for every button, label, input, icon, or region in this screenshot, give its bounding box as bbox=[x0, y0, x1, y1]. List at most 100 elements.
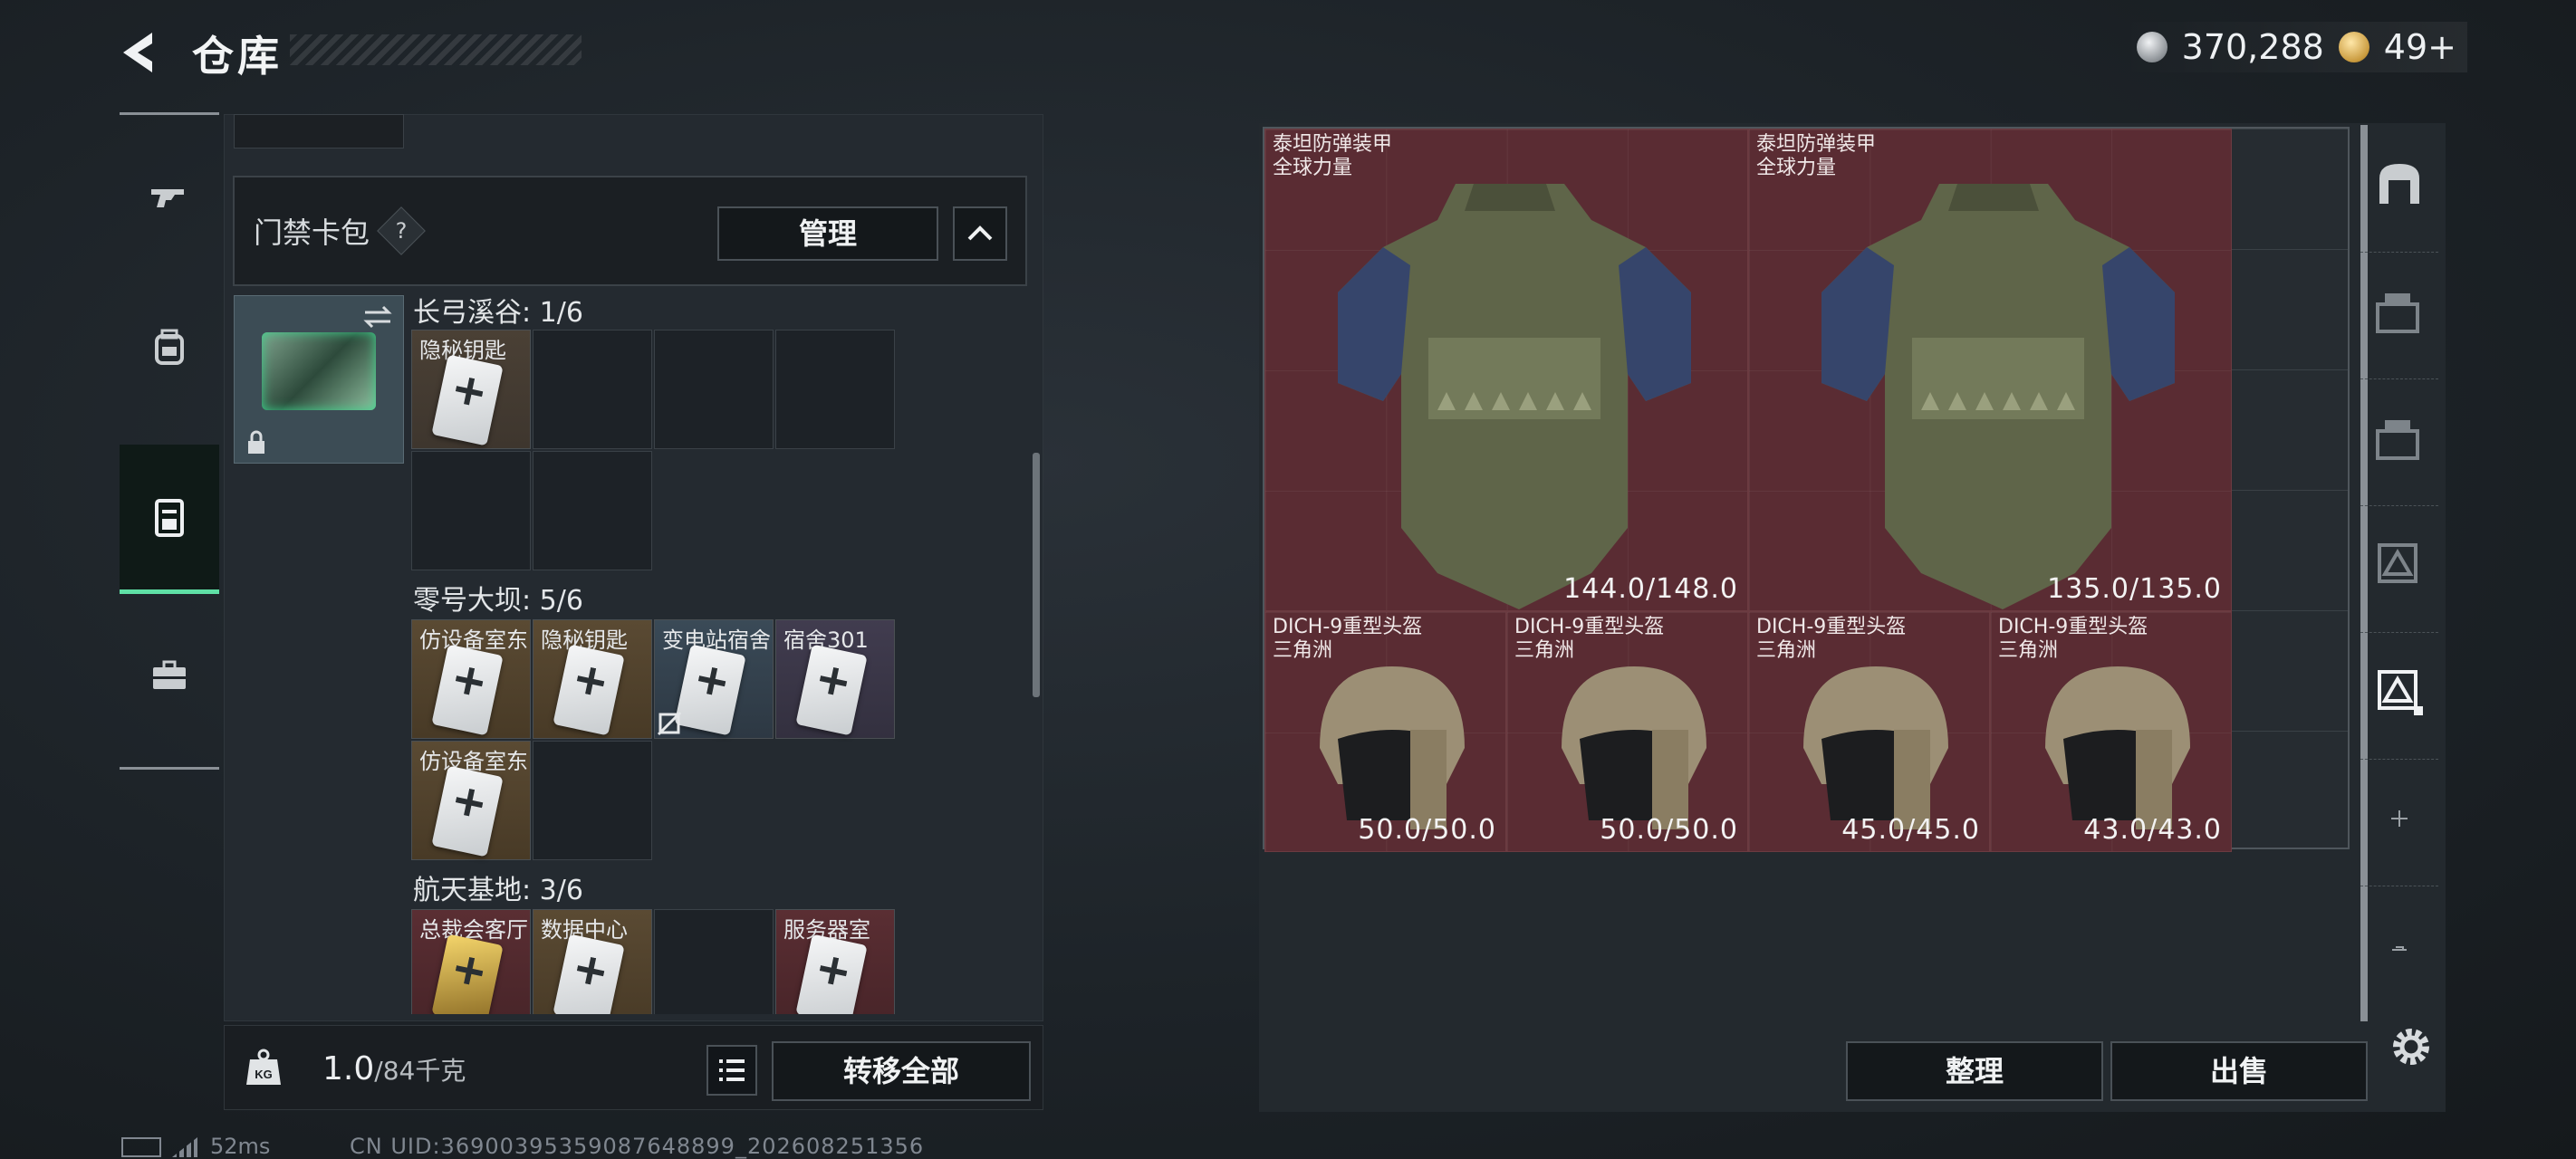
keycard-slot[interactable]: 总裁会客厅 bbox=[411, 909, 531, 1014]
helmet-item[interactable]: DICH-9重型头盔 三角洲 50.0/50.0 bbox=[1264, 611, 1506, 852]
network-status: 52ms bbox=[121, 1134, 270, 1159]
backpack-icon bbox=[155, 329, 184, 365]
keycard-holder-image bbox=[262, 332, 376, 410]
small-tray-icon bbox=[2392, 946, 2407, 951]
lock-icon bbox=[248, 430, 264, 454]
tab-more[interactable] bbox=[2360, 886, 2438, 1004]
keycard-slot[interactable]: 宿舍301 bbox=[775, 619, 895, 739]
tab-add[interactable] bbox=[2360, 759, 2438, 877]
zone-title: 航天基地: 3/6 bbox=[413, 875, 583, 906]
empty-slot[interactable] bbox=[533, 741, 652, 860]
signal-icon bbox=[172, 1137, 197, 1157]
armor-item[interactable]: 泰坦防弹装甲 全球力量 135.0/135.0 bbox=[1748, 129, 2232, 611]
helmet-icon bbox=[1320, 666, 1465, 829]
panel-top-slot bbox=[234, 114, 404, 148]
warning-storage-icon bbox=[2378, 543, 2417, 583]
keycard-icon bbox=[795, 934, 868, 1014]
empty-slot[interactable] bbox=[411, 451, 531, 570]
nav-toolbox[interactable] bbox=[120, 602, 219, 747]
zone-grid: 仿设备室东 隐秘钥匙 变电站宿舍 宿舍301 仿设备室东 bbox=[411, 619, 897, 862]
keycard-holder[interactable] bbox=[234, 295, 404, 464]
zone-title: 长弓溪谷: 1/6 bbox=[413, 297, 583, 329]
stash-tabs bbox=[2360, 125, 2438, 1021]
storage-icon bbox=[2376, 420, 2419, 460]
keycard-slot[interactable]: 变电站宿舍 bbox=[654, 619, 774, 739]
warning-storage-icon bbox=[2378, 670, 2423, 715]
plus-icon bbox=[2391, 810, 2408, 827]
sell-button[interactable]: 出售 bbox=[2110, 1041, 2368, 1101]
keycard-case-icon bbox=[155, 499, 184, 537]
list-icon bbox=[719, 1059, 745, 1081]
keycard-slot[interactable]: 服务器室 bbox=[775, 909, 895, 1014]
manage-button[interactable]: 管理 bbox=[717, 206, 938, 261]
user-uid: CN UID:36900395359087648899_202608251356 bbox=[350, 1134, 925, 1159]
zone-title: 零号大坝: 5/6 bbox=[413, 585, 583, 617]
zone-grid: 隐秘钥匙 bbox=[411, 330, 897, 572]
list-view-button[interactable] bbox=[706, 1045, 757, 1096]
keycard-slot[interactable]: 仿设备室东 bbox=[411, 619, 531, 739]
safe-box-icon bbox=[2379, 164, 2419, 204]
no-insure-icon bbox=[657, 711, 682, 736]
silver-coin-icon bbox=[2136, 32, 2167, 62]
tab-storage-4-active[interactable] bbox=[2360, 632, 2438, 751]
storage-icon bbox=[2376, 293, 2419, 333]
weight-icon: KG bbox=[246, 1049, 281, 1085]
transfer-all-button[interactable]: 转移全部 bbox=[772, 1041, 1031, 1101]
silver-balance: 370,288 bbox=[2181, 27, 2324, 67]
nav-keycard-case[interactable] bbox=[120, 445, 219, 594]
keycard-icon bbox=[431, 644, 504, 736]
keycard-icon bbox=[431, 765, 504, 857]
keycard-icon bbox=[674, 644, 746, 736]
nav-weapon[interactable] bbox=[120, 124, 219, 269]
weight-readout: 1.0/84千克 bbox=[322, 1050, 466, 1087]
empty-slot[interactable] bbox=[654, 330, 774, 449]
helmet-item[interactable]: DICH-9重型头盔 三角洲 50.0/50.0 bbox=[1506, 611, 1748, 852]
empty-slot[interactable] bbox=[775, 330, 895, 449]
keycard-icon bbox=[553, 934, 625, 1014]
battery-icon bbox=[121, 1137, 161, 1157]
gold-coin-icon bbox=[2338, 32, 2369, 62]
svg-text:KG: KG bbox=[255, 1068, 273, 1081]
swap-icon[interactable] bbox=[361, 303, 394, 330]
nav-backpack[interactable] bbox=[120, 274, 219, 419]
armor-item[interactable]: 泰坦防弹装甲 全球力量 144.0/148.0 bbox=[1264, 129, 1748, 611]
tab-storage-2[interactable] bbox=[2360, 378, 2438, 497]
helmet-icon bbox=[1562, 666, 1706, 829]
keycard-icon bbox=[553, 644, 625, 736]
tab-safe-box[interactable] bbox=[2360, 125, 2438, 243]
keycard-slot[interactable]: 仿设备室东 bbox=[411, 741, 531, 860]
helmet-item[interactable]: DICH-9重型头盔 三角洲 43.0/43.0 bbox=[1990, 611, 2232, 852]
body-armor-icon bbox=[1821, 184, 2175, 609]
toolbox-icon bbox=[153, 660, 186, 689]
helmet-icon bbox=[1803, 666, 1948, 829]
helmet-icon bbox=[2045, 666, 2190, 829]
gold-balance[interactable]: 49+ bbox=[2384, 27, 2456, 67]
settings-gear-icon[interactable] bbox=[2384, 1020, 2438, 1074]
title-decoration bbox=[290, 34, 582, 65]
page-title: 仓库 bbox=[192, 32, 283, 81]
weapon-icon bbox=[151, 189, 184, 207]
back-arrow-icon[interactable] bbox=[116, 25, 170, 80]
empty-slot[interactable] bbox=[533, 330, 652, 449]
chevron-up-icon bbox=[967, 225, 993, 241]
collapse-button[interactable] bbox=[953, 206, 1007, 261]
helmet-item[interactable]: DICH-9重型头盔 三角洲 45.0/45.0 bbox=[1748, 611, 1990, 852]
empty-slot[interactable] bbox=[654, 909, 774, 1014]
keycard-slot[interactable]: 数据中心 bbox=[533, 909, 652, 1014]
sort-button[interactable]: 整理 bbox=[1846, 1041, 2103, 1101]
keycard-icon bbox=[431, 934, 504, 1014]
keycard-icon bbox=[795, 644, 868, 736]
tab-storage-1[interactable] bbox=[2360, 252, 2438, 370]
currency-bar: 370,288 49+ bbox=[2118, 22, 2467, 72]
tab-storage-3[interactable] bbox=[2360, 505, 2438, 624]
keycard-slot[interactable]: 隐秘钥匙 bbox=[411, 330, 531, 449]
body-armor-icon bbox=[1338, 184, 1691, 609]
empty-slot[interactable] bbox=[533, 451, 652, 570]
stash-grid: 泰坦防弹装甲 全球力量 144.0/148.0 泰坦防弹装甲 全球力量 135.… bbox=[1263, 127, 2350, 852]
left-nav bbox=[120, 112, 219, 770]
panel-scrollbar[interactable] bbox=[1033, 453, 1040, 697]
zone-grid: 总裁会客厅 数据中心 服务器室 bbox=[411, 909, 897, 1014]
keycard-slot[interactable]: 隐秘钥匙 bbox=[533, 619, 652, 739]
keycard-case-label: 门禁卡包 bbox=[254, 216, 370, 250]
keycard-icon bbox=[431, 354, 504, 446]
